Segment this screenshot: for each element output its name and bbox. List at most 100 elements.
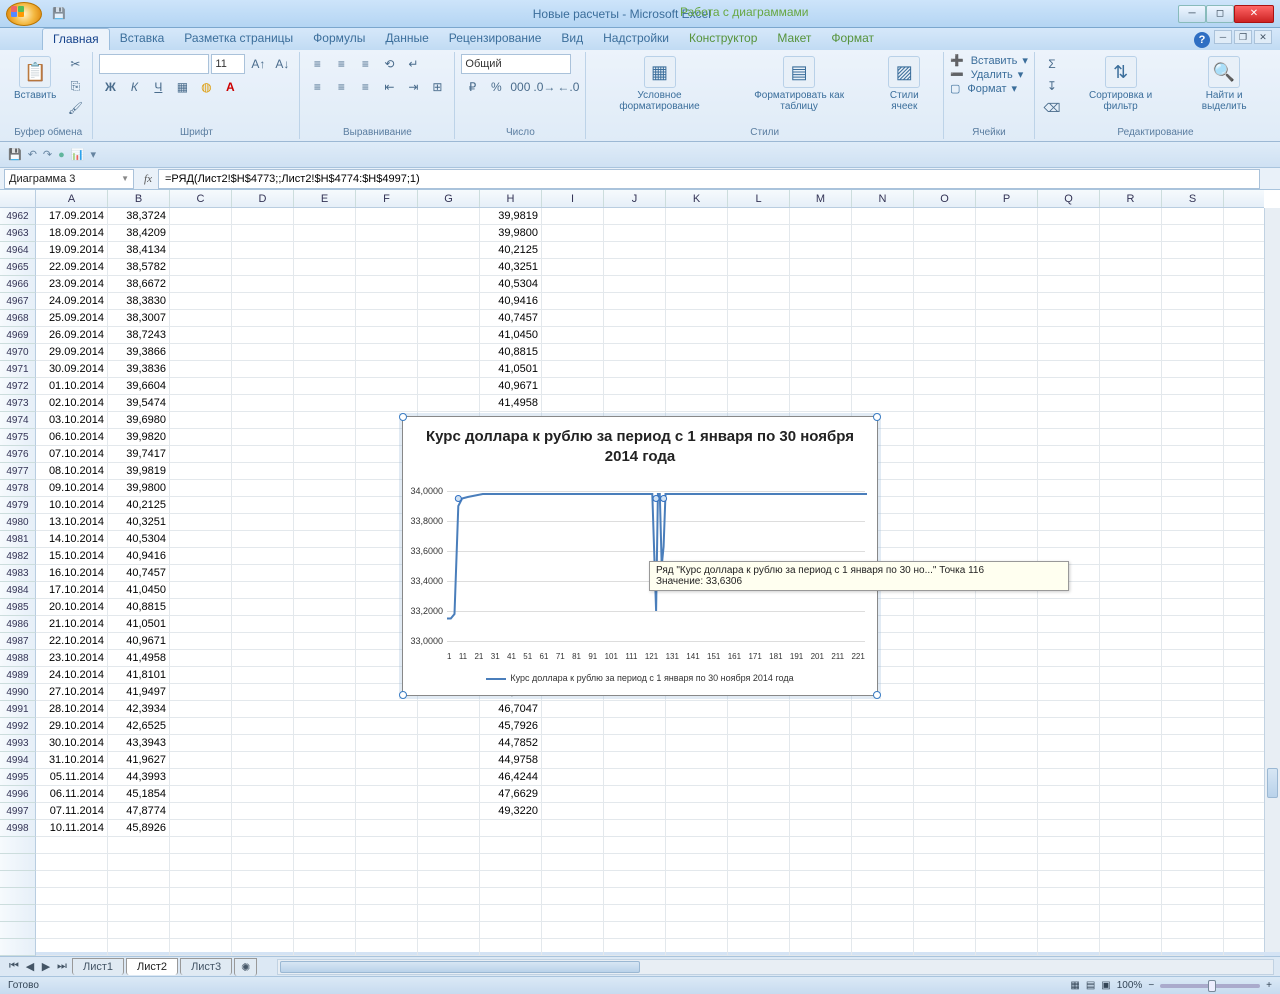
cell[interactable]	[914, 429, 976, 445]
cell[interactable]	[1162, 412, 1224, 428]
sheet-tab-1[interactable]: Лист1	[72, 958, 124, 975]
cell[interactable]	[1100, 769, 1162, 785]
cell[interactable]	[356, 718, 418, 734]
cell[interactable]	[542, 803, 604, 819]
cell[interactable]	[728, 225, 790, 241]
cell[interactable]	[666, 718, 728, 734]
cell[interactable]: 19.09.2014	[36, 242, 108, 258]
cell[interactable]	[914, 395, 976, 411]
cell[interactable]: 39,3836	[108, 361, 170, 377]
horizontal-scrollbar[interactable]	[277, 959, 1274, 975]
cell[interactable]: 40,2125	[480, 242, 542, 258]
cell[interactable]: 03.10.2014	[36, 412, 108, 428]
cell[interactable]: 24.10.2014	[36, 667, 108, 683]
cell[interactable]	[790, 786, 852, 802]
cell[interactable]	[1162, 684, 1224, 700]
tab-format[interactable]: Формат	[821, 28, 884, 50]
cell[interactable]	[1038, 327, 1100, 343]
cell[interactable]	[852, 327, 914, 343]
cell[interactable]	[294, 803, 356, 819]
cell[interactable]	[728, 718, 790, 734]
cell[interactable]	[294, 446, 356, 462]
cell[interactable]	[728, 395, 790, 411]
cell[interactable]: 14.10.2014	[36, 531, 108, 547]
cell[interactable]: 26.09.2014	[36, 327, 108, 343]
cell[interactable]: 40,9671	[480, 378, 542, 394]
cell[interactable]	[232, 803, 294, 819]
horizontal-scroll-thumb[interactable]	[280, 961, 640, 973]
cell[interactable]: 40,9416	[108, 548, 170, 564]
cell[interactable]	[356, 259, 418, 275]
cell[interactable]: 40,7457	[480, 310, 542, 326]
cell[interactable]	[418, 820, 480, 836]
column-header[interactable]: A	[36, 190, 108, 207]
cell[interactable]	[1100, 361, 1162, 377]
cell[interactable]	[232, 769, 294, 785]
cell[interactable]: 38,3830	[108, 293, 170, 309]
cell[interactable]	[232, 565, 294, 581]
cell[interactable]	[170, 735, 232, 751]
cell[interactable]	[1162, 769, 1224, 785]
cell[interactable]	[604, 820, 666, 836]
sheet-tab-2[interactable]: Лист2	[126, 958, 178, 975]
cell[interactable]	[1100, 225, 1162, 241]
cell[interactable]	[542, 259, 604, 275]
cell[interactable]	[728, 344, 790, 360]
cell[interactable]: 40,2125	[108, 497, 170, 513]
cell[interactable]	[976, 361, 1038, 377]
cell[interactable]	[170, 820, 232, 836]
row-header[interactable]: 4986	[0, 616, 36, 633]
row-header[interactable]: 4997	[0, 803, 36, 820]
column-header[interactable]: J	[604, 190, 666, 207]
cell[interactable]	[232, 446, 294, 462]
cell[interactable]	[914, 514, 976, 530]
row-header[interactable]: 4995	[0, 769, 36, 786]
cell[interactable]: 39,6604	[108, 378, 170, 394]
cell[interactable]	[604, 344, 666, 360]
cell[interactable]	[542, 225, 604, 241]
cell[interactable]	[914, 616, 976, 632]
cell[interactable]	[976, 820, 1038, 836]
cell[interactable]: 30.10.2014	[36, 735, 108, 751]
orientation-button[interactable]: ⟲	[378, 54, 400, 74]
cell[interactable]: 45,8926	[108, 820, 170, 836]
cell[interactable]	[976, 769, 1038, 785]
cell[interactable]	[1162, 225, 1224, 241]
cell[interactable]: 05.11.2014	[36, 769, 108, 785]
cell[interactable]	[976, 531, 1038, 547]
cell[interactable]	[914, 276, 976, 292]
cell[interactable]	[790, 242, 852, 258]
cell[interactable]	[976, 293, 1038, 309]
cell[interactable]	[790, 259, 852, 275]
tab-home[interactable]: Главная	[42, 28, 110, 50]
row-header[interactable]: 4991	[0, 701, 36, 718]
sheet-nav-next[interactable]: ▶	[38, 959, 54, 975]
cell[interactable]	[666, 701, 728, 717]
column-header[interactable]: H	[480, 190, 542, 207]
cell[interactable]	[232, 514, 294, 530]
sheet-nav-last[interactable]: ⏭	[54, 959, 70, 975]
cell[interactable]	[170, 463, 232, 479]
cell[interactable]	[666, 225, 728, 241]
cell[interactable]	[480, 820, 542, 836]
cell[interactable]	[728, 786, 790, 802]
cell[interactable]	[852, 395, 914, 411]
cell[interactable]	[170, 208, 232, 224]
cell[interactable]	[914, 769, 976, 785]
cell[interactable]	[976, 803, 1038, 819]
conditional-formatting-button[interactable]: ▦Условное форматирование	[592, 54, 726, 114]
column-header[interactable]: B	[108, 190, 170, 207]
column-header[interactable]: L	[728, 190, 790, 207]
cell[interactable]	[1162, 361, 1224, 377]
cell[interactable]	[790, 803, 852, 819]
cell[interactable]	[1162, 650, 1224, 666]
cell[interactable]	[1100, 633, 1162, 649]
cell[interactable]	[1162, 803, 1224, 819]
cell[interactable]	[976, 480, 1038, 496]
row-header[interactable]: 4964	[0, 242, 36, 259]
cell[interactable]	[976, 276, 1038, 292]
cell[interactable]	[170, 480, 232, 496]
zoom-in-button[interactable]: +	[1266, 980, 1272, 991]
cell[interactable]	[542, 769, 604, 785]
align-right-button[interactable]: ≡	[354, 77, 376, 97]
